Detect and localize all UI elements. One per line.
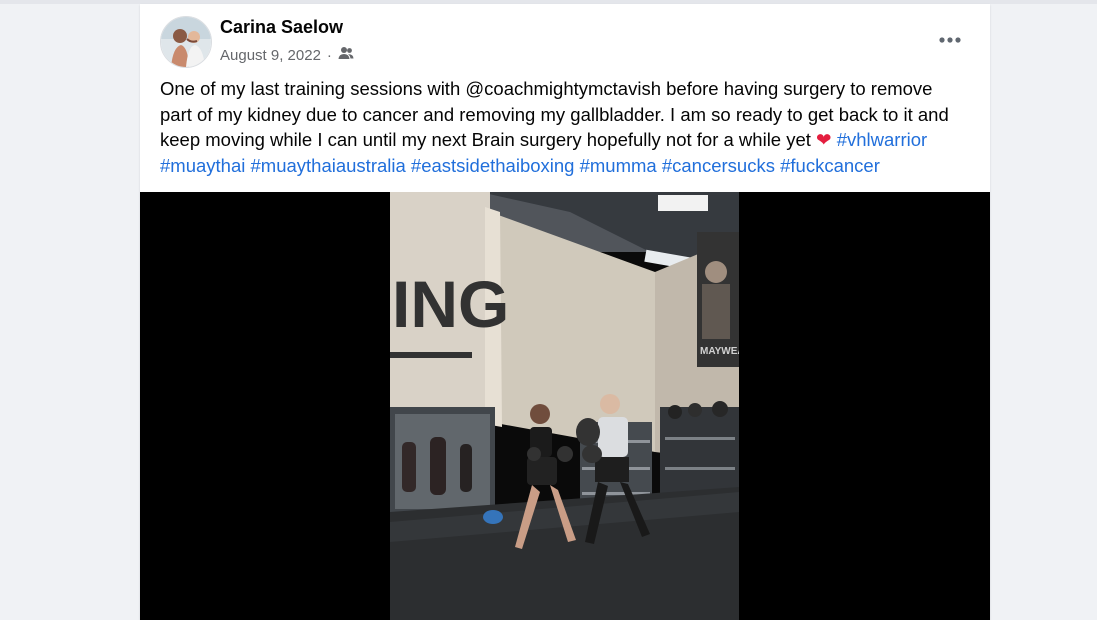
more-options-button[interactable]	[932, 22, 968, 58]
video-still: ING MAYWEA	[390, 192, 739, 620]
avatar-image	[161, 17, 211, 67]
post-meta: August 9, 2022 ·	[220, 46, 354, 64]
author-name[interactable]: Carina Saelow	[220, 17, 343, 38]
page: Carina Saelow August 9, 2022 · One of my…	[0, 0, 1097, 620]
video-frame: ING MAYWEA	[390, 192, 739, 620]
hashtag-fuckcancer[interactable]: #fuckcancer	[780, 155, 880, 176]
post-hashtags-line: #muaythai #muaythaiaustralia #eastsideth…	[160, 153, 975, 179]
post-text-line-2: part of my kidney due to cancer and remo…	[160, 103, 949, 125]
more-horizontal-icon	[939, 37, 961, 43]
hashtag-vhlwarrior[interactable]: #vhlwarrior	[837, 129, 927, 150]
post-date[interactable]: August 9, 2022	[220, 47, 321, 64]
post-text-line-3-plain: keep moving while I can until my next Br…	[160, 129, 811, 150]
friends-icon[interactable]	[338, 46, 354, 64]
hashtag-eastsidethaiboxing[interactable]: #eastsidethaiboxing	[411, 155, 575, 176]
hashtag-muaythai[interactable]: #muaythai	[160, 155, 245, 176]
author-avatar[interactable]	[160, 16, 212, 68]
hashtag-cancersucks[interactable]: #cancersucks	[662, 155, 775, 176]
post-text-line-1: One of my last training sessions with @c…	[160, 78, 933, 99]
video-player[interactable]: ING MAYWEA	[140, 192, 990, 620]
post-card: Carina Saelow August 9, 2022 · One of my…	[140, 4, 990, 620]
post-text-line-3: keep moving while I can until my next Br…	[160, 127, 975, 153]
meta-separator: ·	[326, 46, 332, 64]
hashtag-mumma[interactable]: #mumma	[580, 155, 657, 176]
hashtag-muaythaiaustralia[interactable]: #muaythaiaustralia	[251, 155, 406, 176]
heart-emoji-icon: ❤	[816, 129, 832, 150]
post-message: One of my last training sessions with @c…	[160, 76, 975, 178]
